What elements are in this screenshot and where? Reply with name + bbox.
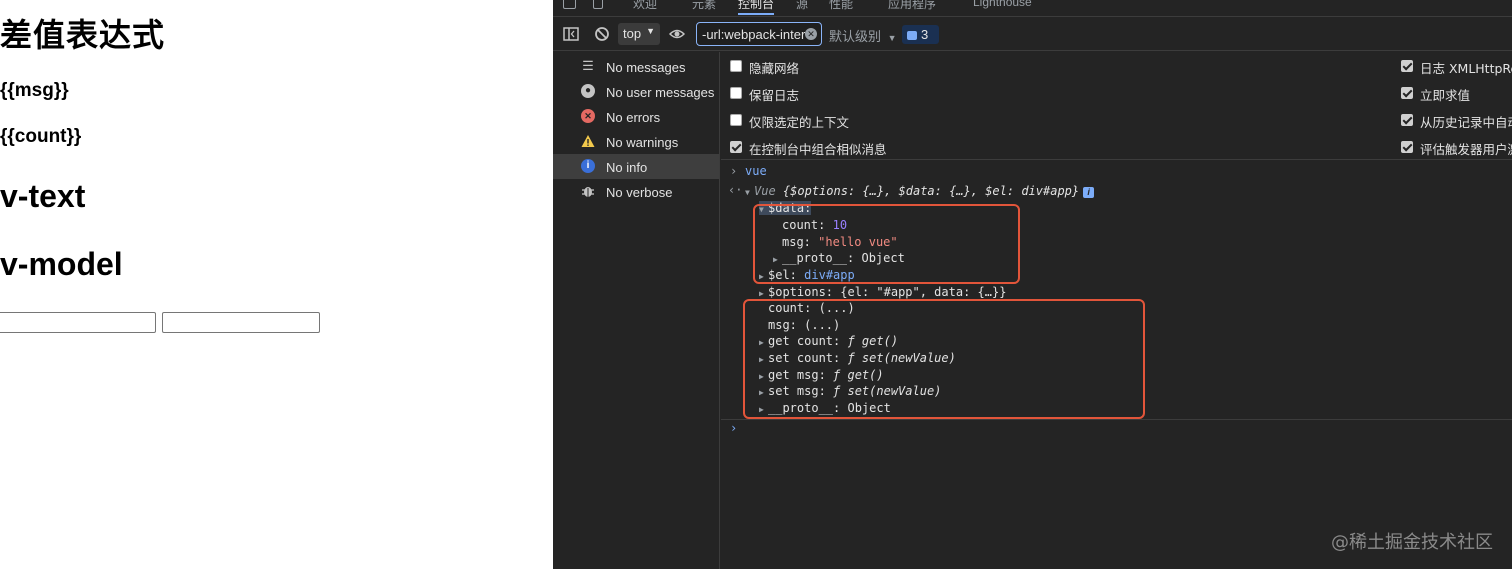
filter-value: -url:webpack-inter: [702, 27, 806, 42]
sidebar-item-label: No warnings: [606, 135, 679, 150]
checkbox[interactable]: [1401, 114, 1413, 126]
tab-welcome[interactable]: 欢迎: [633, 0, 657, 12]
sidebar-toggle-icon[interactable]: [563, 26, 579, 42]
checkbox[interactable]: [730, 114, 742, 126]
property-value: {el: "#app", data: {…}}: [840, 285, 1007, 299]
filter-input[interactable]: -url:webpack-inter ✕: [696, 22, 822, 46]
console-toolbar: top ▼ -url:webpack-inter ✕ 默认级别 ▼ 3: [553, 17, 1512, 51]
sidebar-item-label: No messages: [606, 60, 686, 75]
sidebar-item-label: No info: [606, 160, 648, 175]
log-levels-label: 默认级别: [829, 29, 882, 44]
tab-sources[interactable]: 源: [796, 0, 808, 12]
tab-performance[interactable]: 性能: [829, 0, 853, 12]
setting-label: 仅限选定的上下文: [749, 115, 850, 130]
info-badge-icon[interactable]: i: [1083, 187, 1095, 198]
eye-icon[interactable]: [669, 26, 685, 42]
console-input-line: vue: [745, 164, 767, 178]
sidebar-item-label: No errors: [606, 110, 661, 125]
setting-label: 在控制台中组合相似消息: [749, 142, 887, 157]
expand-arrow-icon[interactable]: ▼: [745, 188, 754, 197]
clear-filter-icon[interactable]: ✕: [805, 28, 817, 40]
property-key: $options:: [768, 285, 834, 299]
sidebar-item-warnings[interactable]: No warnings: [553, 129, 719, 154]
user-icon: ●: [581, 84, 595, 98]
sidebar-item-messages[interactable]: ☰ No messages: [553, 54, 719, 79]
bug-icon: [582, 187, 594, 197]
inspect-icon[interactable]: [563, 0, 576, 9]
checkbox[interactable]: [1401, 87, 1413, 99]
setting-label: 评估触发器用户激: [1420, 142, 1512, 157]
warning-icon: [581, 135, 595, 147]
console-prompt-icon[interactable]: ›: [730, 421, 737, 435]
clear-console-icon[interactable]: [594, 26, 610, 42]
context-value: top: [623, 26, 642, 41]
chevron-down-icon: ▼: [646, 26, 655, 36]
setting-label: 日志 XMLHttpRe: [1420, 61, 1512, 76]
checkbox[interactable]: [730, 60, 742, 72]
tab-application[interactable]: 应用程序: [888, 0, 936, 12]
web-page: 差值表达式 {{msg}} {{count}} v-text v-model: [0, 0, 553, 569]
devtools-tab-bar: 欢迎 元素 控制台 源 性能 应用程序 Lighthouse: [553, 0, 1512, 17]
checkbox[interactable]: [730, 141, 742, 153]
issues-counter[interactable]: 3: [902, 25, 939, 44]
device-toolbar-icon[interactable]: [593, 0, 603, 9]
console-output: › vue ‹· ▼ Vue {$options: {…}, $data: {…}…: [721, 161, 1512, 569]
v-model-heading: v-model: [0, 246, 123, 282]
setting-label: 隐藏网络: [749, 61, 800, 76]
sidebar-item-label: No verbose: [606, 185, 673, 200]
console-result-line[interactable]: ▼ Vue {$options: {…}, $data: {…}, $el: di…: [745, 184, 1095, 198]
expand-arrow-icon[interactable]: ▶: [759, 289, 768, 298]
console-settings: 隐藏网络 保留日志 仅限选定的上下文 在控制台中组合相似消息 日志 XMLHtt…: [721, 52, 1512, 160]
sidebar-item-info[interactable]: i No info: [553, 154, 719, 179]
error-icon: ✕: [581, 109, 595, 123]
msg-text: {{msg}}: [0, 80, 69, 101]
watermark: @稀土掘金技术社区: [1331, 532, 1493, 553]
log-levels-dropdown[interactable]: 默认级别 ▼: [829, 26, 897, 45]
options-property[interactable]: ▶ $options: {el: "#app", data: {…}}: [759, 285, 1006, 299]
highlight-box-data: [753, 204, 1020, 284]
checkbox[interactable]: [1401, 141, 1413, 153]
v-text-heading: v-text: [0, 178, 86, 214]
setting-label: 从历史记录中自动: [1420, 115, 1512, 130]
highlight-box-getters: [743, 299, 1145, 419]
object-name: Vue: [754, 184, 776, 198]
checkbox[interactable]: [1401, 60, 1413, 72]
input-prompt-icon: ›: [730, 164, 738, 178]
console-sidebar: ☰ No messages ● No user messages ✕ No er…: [553, 52, 720, 569]
object-summary: {$options: {…}, $data: {…}, $el: div#app…: [782, 184, 1080, 198]
sidebar-item-errors[interactable]: ✕ No errors: [553, 104, 719, 129]
sidebar-item-label: No user messages: [606, 85, 715, 100]
sidebar-item-user-messages[interactable]: ● No user messages: [553, 79, 719, 104]
page-title: 差值表达式: [0, 16, 166, 54]
tab-console[interactable]: 控制台: [738, 0, 775, 15]
v-model-input-2[interactable]: [162, 312, 320, 333]
sidebar-item-verbose[interactable]: No verbose: [553, 179, 719, 204]
result-arrow-icon: ‹·: [728, 183, 743, 197]
chevron-down-icon: ▼: [887, 33, 897, 43]
checkbox[interactable]: [730, 87, 742, 99]
devtools-panel: 欢迎 元素 控制台 源 性能 应用程序 Lighthouse top ▼ -ur…: [553, 0, 1512, 569]
message-icon: [907, 31, 917, 40]
list-icon: ☰: [582, 58, 594, 73]
v-model-input-1[interactable]: [0, 312, 156, 333]
issues-count: 3: [921, 27, 929, 42]
count-text: {{count}}: [0, 126, 82, 147]
tab-elements[interactable]: 元素: [692, 0, 716, 12]
setting-label: 立即求值: [1420, 88, 1471, 103]
context-selector[interactable]: top ▼: [618, 23, 660, 45]
divider: [721, 419, 1512, 420]
info-icon: i: [581, 159, 595, 173]
setting-label: 保留日志: [749, 88, 800, 103]
tab-lighthouse[interactable]: Lighthouse: [973, 0, 1032, 9]
